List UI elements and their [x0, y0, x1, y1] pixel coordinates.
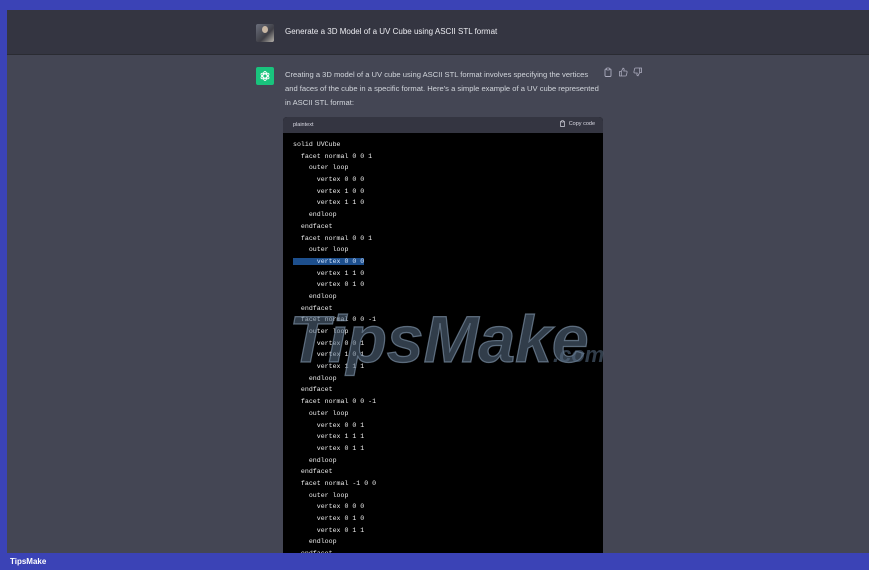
- footer-bar: TipsMake: [0, 553, 869, 570]
- code-line-text: endloop: [293, 292, 337, 300]
- code-line: vertex 1 0 0: [293, 186, 603, 198]
- code-line: endloop: [293, 373, 603, 385]
- code-line-text: vertex 0 1 1: [293, 444, 365, 452]
- openai-logo-icon: [256, 67, 274, 85]
- code-line: facet normal -1 0 0: [293, 478, 603, 490]
- assistant-message-row: Creating a 3D model of a UV cube using A…: [7, 55, 869, 553]
- code-line-text: solid UVCube: [293, 141, 341, 148]
- message-actions: [603, 67, 643, 77]
- code-line-text: endfacet: [293, 222, 333, 230]
- chat-window: Generate a 3D Model of a UV Cube using A…: [7, 10, 869, 553]
- assistant-intro-line: in ASCII STL format:: [285, 98, 354, 107]
- code-line-text: outer loop: [293, 164, 349, 172]
- code-line-text: endfacet: [293, 386, 333, 394]
- code-line: vertex 0 0 0: [293, 501, 603, 513]
- code-line: facet normal 0 0 -1: [293, 314, 603, 326]
- code-language-label: plaintext: [293, 122, 314, 128]
- code-line-text: vertex 1 1 1: [293, 363, 365, 371]
- code-line-text: facet normal -1 0 0: [293, 479, 377, 487]
- code-line-text: endfacet: [293, 304, 333, 312]
- code-line-text: endloop: [293, 456, 337, 464]
- code-block-header: plaintext Copy code: [283, 117, 603, 133]
- user-avatar: [256, 24, 274, 42]
- assistant-intro-line: and faces of the cube in a specific form…: [285, 84, 599, 93]
- code-line: outer loop: [293, 490, 603, 502]
- code-line-text: vertex 1 1 0: [293, 199, 365, 207]
- code-line-text: vertex 0 1 1: [293, 526, 365, 534]
- code-line: vertex 1 1 1: [293, 361, 603, 373]
- code-line: vertex 0 0 1: [293, 420, 603, 432]
- code-line-text: facet normal 0 0 1: [293, 234, 373, 242]
- code-line-text: endloop: [293, 374, 337, 382]
- code-line: vertex 0 0 0: [293, 256, 603, 268]
- code-line: outer loop: [293, 408, 603, 420]
- openai-logo-glyph: [260, 71, 270, 81]
- code-line-text: endloop: [293, 211, 337, 219]
- code-line: vertex 0 0 1: [293, 338, 603, 350]
- code-line: endfacet: [293, 303, 603, 315]
- code-line: vertex 0 1 1: [293, 525, 603, 537]
- code-line: endloop: [293, 536, 603, 548]
- code-line: endloop: [293, 455, 603, 467]
- code-line-text: facet normal 0 0 -1: [293, 398, 377, 406]
- assistant-intro-line: Creating a 3D model of a UV cube using A…: [285, 70, 589, 79]
- code-line: outer loop: [293, 326, 603, 338]
- code-line: endloop: [293, 291, 603, 303]
- code-line: endfacet: [293, 384, 603, 396]
- code-line-text: endfacet: [293, 468, 333, 476]
- code-line: vertex 0 0 0: [293, 174, 603, 186]
- clipboard-icon[interactable]: [603, 67, 613, 77]
- code-line: vertex 0 1 0: [293, 279, 603, 291]
- code-line-text: outer loop: [293, 328, 349, 335]
- code-line-text: vertex 0 1 0: [293, 281, 365, 289]
- code-line: vertex 0 1 0: [293, 513, 603, 525]
- code-line-text: vertex 0 0 1: [293, 421, 365, 429]
- code-line: endfacet: [293, 466, 603, 478]
- user-message-text: Generate a 3D Model of a UV Cube using A…: [285, 27, 498, 36]
- code-line-text: vertex 0 0 0: [293, 257, 365, 265]
- code-line-text: vertex 1 1 1: [293, 433, 365, 441]
- code-line: solid UVCube: [293, 139, 603, 151]
- code-content: solid UVCube facet normal 0 0 1 outer lo…: [283, 133, 603, 553]
- code-line-text: vertex 1 0 0: [293, 187, 365, 195]
- thumbs-up-icon[interactable]: [618, 67, 628, 77]
- code-line-text: outer loop: [293, 246, 349, 254]
- code-line: facet normal 0 0 1: [293, 233, 603, 245]
- clipboard-icon: [559, 120, 565, 127]
- code-line: endloop: [293, 209, 603, 221]
- code-line-text: vertex 0 0 0: [293, 176, 365, 184]
- code-line: vertex 1 1 0: [293, 197, 603, 209]
- code-line-text: vertex 0 0 0: [293, 503, 365, 511]
- assistant-intro-text: Creating a 3D model of a UV cube using A…: [285, 68, 607, 110]
- thumbs-down-icon[interactable]: [633, 67, 643, 77]
- code-line-text: vertex 1 0 1: [293, 351, 365, 359]
- code-line-text: vertex 0 0 1: [293, 339, 365, 347]
- code-line: vertex 1 1 0: [293, 268, 603, 280]
- copy-code-label: Copy code: [568, 120, 595, 127]
- code-line: facet normal 0 0 1: [293, 151, 603, 163]
- code-line: facet normal 0 0 -1: [293, 396, 603, 408]
- code-line: outer loop: [293, 162, 603, 174]
- code-line: vertex 1 1 1: [293, 431, 603, 443]
- code-line-text: outer loop: [293, 491, 349, 499]
- code-line-text: facet normal 0 0 1: [293, 152, 373, 160]
- code-line-text: endloop: [293, 538, 337, 546]
- user-message-row: Generate a 3D Model of a UV Cube using A…: [7, 10, 869, 55]
- code-line: vertex 1 0 1: [293, 349, 603, 361]
- code-line: vertex 0 1 1: [293, 443, 603, 455]
- copy-code-button[interactable]: Copy code: [559, 120, 595, 127]
- code-line: endfacet: [293, 221, 603, 233]
- code-line-text: facet normal 0 0 -1: [293, 316, 377, 324]
- code-line: outer loop: [293, 244, 603, 256]
- code-block: plaintext Copy code solid UVCube facet n…: [283, 117, 603, 553]
- code-line-text: outer loop: [293, 409, 349, 417]
- code-line-text: vertex 0 1 0: [293, 515, 365, 522]
- footer-brand-label: TipsMake: [10, 557, 47, 566]
- code-line-text: vertex 1 1 0: [293, 269, 365, 277]
